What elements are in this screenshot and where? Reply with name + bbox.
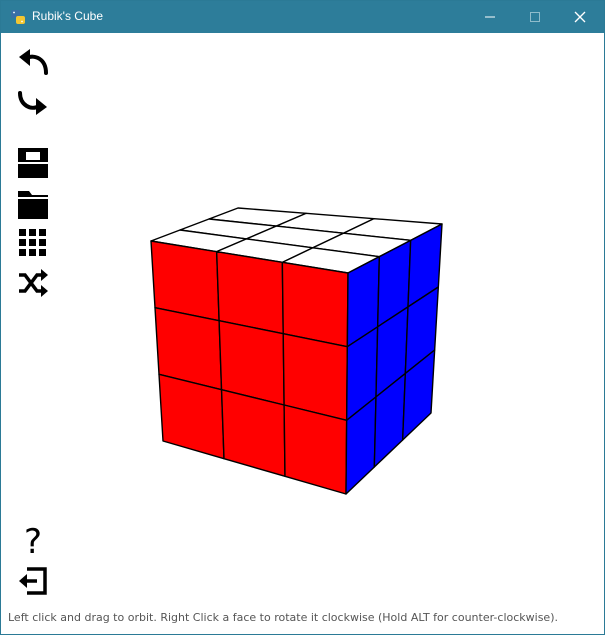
maximize-button[interactable] xyxy=(512,1,557,33)
python-app-icon xyxy=(11,10,25,24)
app-window: Rubik's Cube ? Left click and drag to or… xyxy=(0,0,605,635)
front-face-sticker[interactable] xyxy=(220,388,286,478)
close-button[interactable] xyxy=(557,1,602,33)
window-title: Rubik's Cube xyxy=(32,9,103,23)
status-bar: Left click and drag to orbit. Right Clic… xyxy=(8,611,558,624)
minimize-button[interactable] xyxy=(467,1,512,33)
close-icon xyxy=(574,11,585,23)
minimize-icon xyxy=(484,16,495,18)
title-bar[interactable]: Rubik's Cube xyxy=(1,1,604,33)
maximize-icon xyxy=(529,12,540,22)
front-face-sticker[interactable] xyxy=(215,250,284,335)
cube-viewport[interactable] xyxy=(1,33,604,601)
front-face-sticker[interactable] xyxy=(281,261,349,348)
front-face-sticker[interactable] xyxy=(283,404,348,495)
